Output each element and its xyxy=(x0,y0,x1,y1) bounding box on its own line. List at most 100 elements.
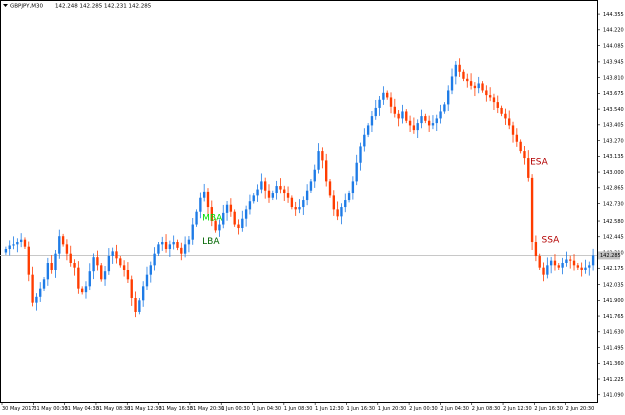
candle-body xyxy=(302,200,305,208)
candle-body xyxy=(347,193,351,201)
candle-body xyxy=(134,297,137,312)
candle-body xyxy=(58,236,61,254)
time-tick-label: 1 Jun 12:30 xyxy=(315,406,344,412)
chart-window[interactable]: GBPJPY,M30 142.248 142.285 142.231 142.2… xyxy=(0,0,625,415)
candle-body xyxy=(370,116,374,126)
candle-body xyxy=(325,160,328,182)
candle-body xyxy=(408,120,412,126)
signals-group: MBA LBA ESA SSA xyxy=(202,158,560,247)
price-tick-label: 143.000 xyxy=(603,170,624,176)
price-tick-label: 142.865 xyxy=(603,186,624,192)
candle-body xyxy=(305,190,309,201)
price-tick-label: 144.220 xyxy=(603,28,624,34)
candle-body xyxy=(519,141,522,152)
candle-body xyxy=(248,201,252,210)
candle-body xyxy=(382,92,385,100)
time-tick-label: 2 Jun 04:30 xyxy=(440,406,469,412)
candle-body xyxy=(172,242,175,245)
time-tick-label: 31 May 08:30 xyxy=(96,406,130,412)
candle-body xyxy=(157,244,160,254)
time-tick-label: 1 Jun 20:30 xyxy=(378,406,407,412)
candle-body xyxy=(401,111,404,119)
candle-body xyxy=(542,267,545,275)
candle-body xyxy=(340,207,343,217)
candle-body xyxy=(180,247,183,254)
price-tick-label: 144.085 xyxy=(603,43,624,49)
time-tick-label: 31 May 20:30 xyxy=(190,406,224,412)
candle-body xyxy=(69,253,72,264)
candle-body xyxy=(569,259,572,261)
signal-label-mba: MBA xyxy=(202,214,223,224)
price-tick-label: 143.135 xyxy=(603,154,624,160)
candle-body xyxy=(328,181,332,196)
price-tick-label: 141.495 xyxy=(603,345,624,351)
candle-body xyxy=(92,257,95,272)
chart-frame xyxy=(0,0,598,403)
candles-group xyxy=(4,58,595,318)
price-tick-label: 141.360 xyxy=(603,361,624,367)
candle-body xyxy=(183,244,187,254)
candle-body xyxy=(195,211,198,225)
time-tick-label: 2 Jun 00:30 xyxy=(409,406,438,412)
candle-body xyxy=(77,267,80,289)
time-tick-label: 31 May 12:30 xyxy=(127,406,161,412)
candle-body xyxy=(351,181,355,194)
candle-body xyxy=(23,239,27,247)
candle-body xyxy=(584,267,587,270)
candle-body xyxy=(222,212,225,225)
candle-body xyxy=(374,107,377,117)
candle-body xyxy=(576,265,580,268)
candle-body xyxy=(176,242,179,248)
current-price-label: 142.285 xyxy=(600,253,621,259)
candle-body xyxy=(225,204,229,213)
candle-body xyxy=(389,97,393,107)
candle-body xyxy=(412,125,416,131)
candle-body xyxy=(260,181,263,190)
candle-body xyxy=(46,263,50,280)
candle-body xyxy=(100,265,103,280)
candle-body xyxy=(122,265,126,270)
candle-body xyxy=(267,190,271,198)
candle-body xyxy=(458,64,461,72)
candle-body xyxy=(61,236,65,245)
candle-body xyxy=(359,146,362,163)
candle-body xyxy=(477,83,480,89)
candle-body xyxy=(549,260,553,266)
candle-body xyxy=(485,90,488,96)
time-tick-label: 31 May 00:30 xyxy=(33,406,67,412)
candle-body xyxy=(153,253,156,266)
price-tick-label: 142.445 xyxy=(603,235,624,241)
candle-body xyxy=(332,195,335,210)
candle-body xyxy=(416,123,419,131)
candle-body xyxy=(366,125,370,135)
candle-body xyxy=(65,244,69,254)
candle-body xyxy=(454,64,458,77)
candle-body xyxy=(130,279,133,298)
candle-body xyxy=(313,169,316,182)
candle-body xyxy=(553,260,557,266)
candle-body xyxy=(492,97,496,103)
candle-body xyxy=(405,111,408,121)
candle-body xyxy=(355,162,358,182)
candle-body xyxy=(294,207,297,210)
candle-body xyxy=(27,246,30,275)
candle-body xyxy=(80,288,84,293)
candle-body xyxy=(580,267,583,270)
candle-body xyxy=(286,193,290,198)
time-axis: 30 May 201731 May 00:3031 May 04:3031 Ma… xyxy=(1,402,594,412)
time-tick-label: 31 May 16:30 xyxy=(159,406,193,412)
candle-body xyxy=(466,78,469,82)
candle-body xyxy=(31,274,34,303)
candle-body xyxy=(511,125,515,135)
candle-body xyxy=(431,123,435,126)
candle-body xyxy=(435,118,438,124)
price-tick-label: 142.175 xyxy=(603,266,624,272)
chart-canvas[interactable]: GBPJPY,M30 142.248 142.285 142.231 142.2… xyxy=(0,0,625,415)
collapse-triangle-icon[interactable] xyxy=(3,4,8,7)
price-tick-label: 141.630 xyxy=(603,330,624,336)
time-tick-label: 1 Jun 00:30 xyxy=(221,406,250,412)
candle-body xyxy=(557,265,560,268)
price-tick-label: 143.945 xyxy=(603,60,624,66)
candle-body xyxy=(447,90,450,105)
time-tick-label: 31 May 04:30 xyxy=(65,406,99,412)
